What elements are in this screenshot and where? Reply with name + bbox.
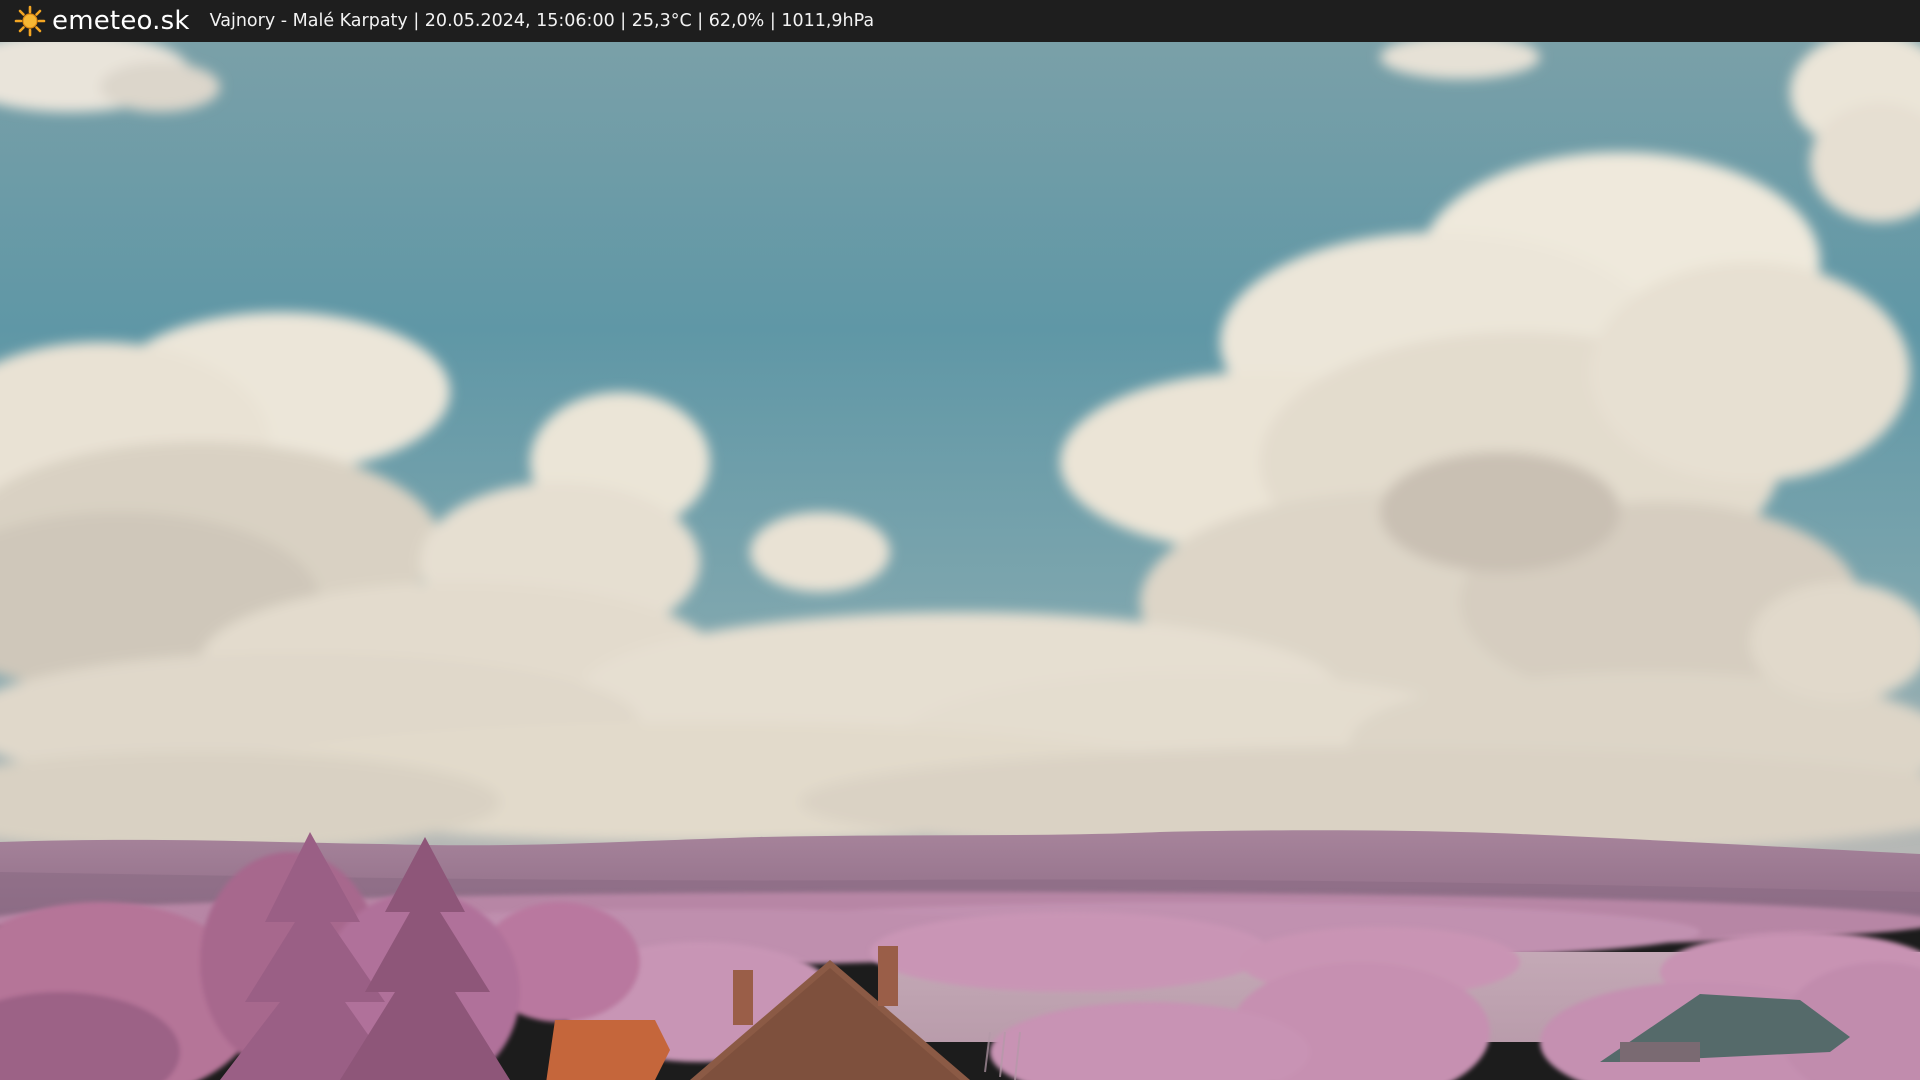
top-info-bar: emeteo.sk Vajnory - Malé Karpaty | 20.05… xyxy=(0,0,1920,42)
sun-icon xyxy=(14,5,46,37)
webcam-frame: emeteo.sk Vajnory - Malé Karpaty | 20.05… xyxy=(0,0,1920,1080)
brand-logo[interactable]: emeteo.sk xyxy=(14,0,190,42)
brand-name: emeteo.sk xyxy=(52,6,190,36)
house-orange-roof xyxy=(546,1020,670,1080)
weather-info: Vajnory - Malé Karpaty | 20.05.2024, 15:… xyxy=(209,11,875,31)
webcam-image xyxy=(0,42,1920,1080)
landscape-scene xyxy=(0,42,1920,1080)
